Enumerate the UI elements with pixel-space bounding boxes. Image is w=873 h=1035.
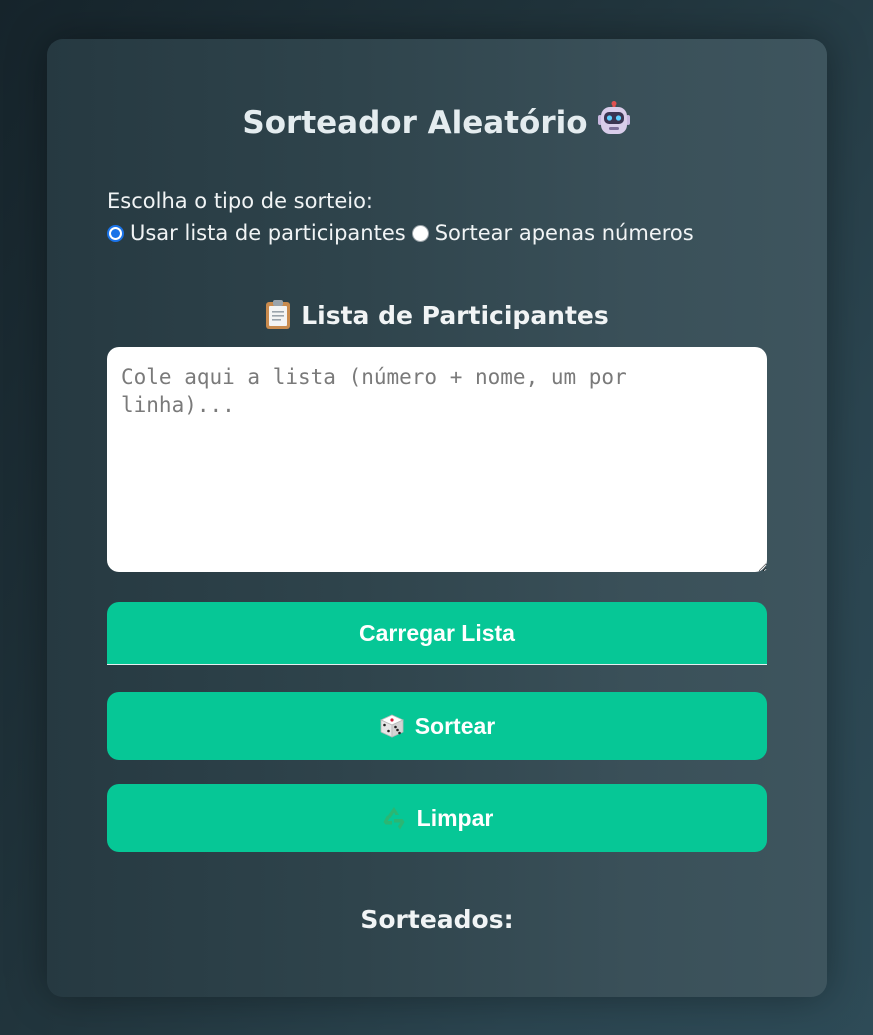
draw-type-label: Escolha o tipo de sorteio: — [107, 189, 373, 213]
participants-list-input[interactable] — [107, 347, 767, 572]
dice-icon — [379, 713, 405, 739]
radio-numbers-only[interactable] — [411, 224, 429, 242]
draw-type-options: Usar lista de participantes Sortear apen… — [107, 219, 700, 247]
clipboard-icon — [265, 299, 291, 329]
clear-button[interactable]: Limpar — [107, 784, 767, 852]
page-title-text: Sorteador Aleatório — [242, 105, 588, 141]
radio-use-list[interactable] — [107, 224, 124, 242]
radio-use-list-label[interactable]: Usar lista de participantes — [130, 221, 406, 245]
radio-numbers-only-label[interactable]: Sortear apenas números — [435, 221, 694, 245]
clear-button-label: Limpar — [416, 804, 494, 831]
page-title: Sorteador Aleatório — [47, 101, 827, 145]
drawn-results-title: Sorteados: — [360, 905, 514, 934]
participants-section-title-text: Lista de Participantes — [301, 301, 609, 330]
participants-section-title: Lista de Participantes — [47, 299, 827, 332]
load-list-button-label: Carregar Lista — [359, 619, 515, 646]
draw-button[interactable]: Sortear — [107, 692, 767, 760]
load-list-button[interactable]: Carregar Lista — [107, 602, 767, 665]
robot-icon — [596, 101, 632, 137]
raffle-card: Sorteador Aleatório Escolha o tipo de so… — [47, 39, 827, 997]
recycle-icon — [381, 805, 407, 831]
draw-button-label: Sortear — [414, 712, 496, 739]
